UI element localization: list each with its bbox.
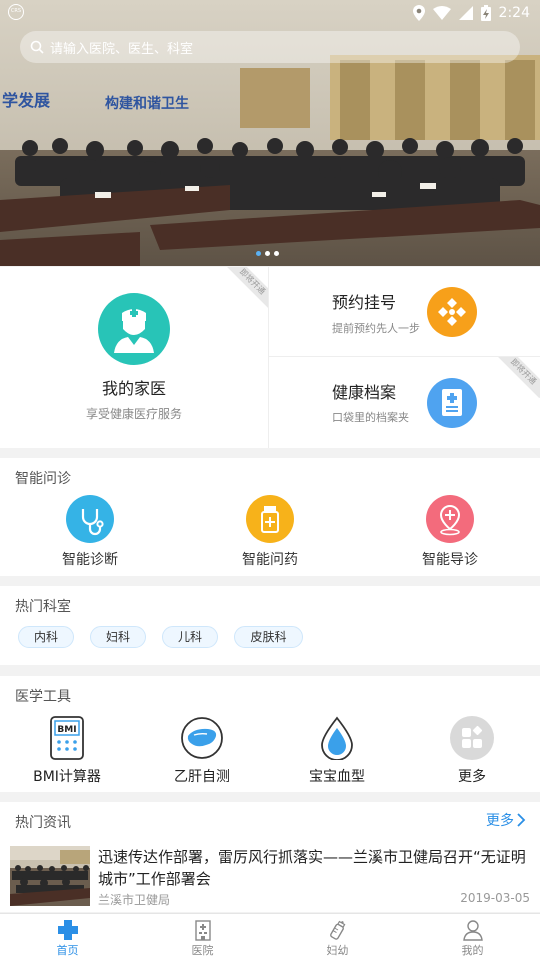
tab-label: 妇幼 (326, 944, 349, 957)
doctor-avatar-icon (98, 293, 170, 365)
tab-label: 我的 (461, 944, 484, 957)
banner-carousel[interactable]: 学发展 构建和谐卫生 CRS 2:24 请输入医院、医生、科室 (0, 0, 540, 266)
health-record-subtitle: 口袋里的档案夹 (332, 411, 409, 424)
user-icon (462, 920, 483, 941)
bmi-icon-text: BMI (57, 725, 76, 735)
hepatitis-test-label: 乙肝自测 (174, 769, 230, 785)
chevron-right-icon (517, 813, 526, 827)
coming-soon-tag: 即将开通 (225, 267, 268, 309)
more-tools-label: 更多 (458, 769, 486, 785)
hot-news-section: 热门资讯 更多 迅速传达作部署，雷厉风行抓落实——兰溪市卫健局召开“无证明城市”… (0, 802, 540, 912)
search-placeholder: 请输入医院、医生、科室 (50, 41, 194, 57)
more-grid-icon (450, 716, 494, 760)
wifi-icon (432, 6, 451, 20)
section-title: 热门科室 (15, 599, 71, 615)
news-thumbnail (10, 846, 90, 906)
tab-hospital[interactable]: 医院 (135, 914, 270, 960)
news-more-link[interactable]: 更多 (486, 810, 526, 830)
news-date: 2019-03-05 (460, 891, 530, 905)
appointment-card[interactable]: 预约挂号 提前预约先人一步 (269, 267, 540, 357)
health-record-title: 健康档案 (332, 383, 397, 402)
tab-label: 首页 (56, 944, 79, 957)
department-tag[interactable]: 儿科 (162, 626, 218, 648)
tab-label: 医院 (191, 944, 214, 957)
family-doctor-card[interactable]: 即将开通 我的家医 享受健康医疗服务 (0, 267, 268, 448)
section-title: 智能问诊 (15, 471, 71, 487)
department-tag[interactable]: 内科 (18, 626, 74, 648)
appointment-title: 预约挂号 (332, 293, 397, 312)
battery-icon (480, 5, 491, 21)
tab-home[interactable]: 首页 (0, 914, 135, 960)
feature-cards: 即将开通 我的家医 享受健康医疗服务 预约挂号 提前预约先人一步 即将开通 健康… (0, 267, 540, 448)
carousel-dot[interactable] (256, 251, 261, 256)
tab-profile[interactable]: 我的 (405, 914, 540, 960)
news-more-label: 更多 (486, 813, 514, 829)
health-record-icon (427, 378, 477, 428)
bmi-calculator-label: BMI计算器 (33, 769, 101, 785)
coming-soon-tag: 即将开通 (496, 357, 540, 399)
location-icon (412, 5, 425, 21)
status-bar: CRS 2:24 (0, 0, 540, 26)
baby-blood-type-label: 宝宝血型 (309, 769, 365, 785)
hot-departments-section: 热门科室 内科 妇科 儿科 皮肤科 (0, 586, 540, 665)
department-tag[interactable]: 皮肤科 (234, 626, 303, 648)
app-notification-icon: CRS (8, 4, 24, 20)
section-title: 医学工具 (15, 689, 71, 705)
tab-maternal-child[interactable]: 妇幼 (270, 914, 405, 960)
news-title: 迅速传达作部署，雷厉风行抓落实——兰溪市卫健局召开“无证明城市”工作部署会 (98, 848, 526, 888)
search-icon (30, 40, 44, 54)
section-title: 热门资讯 (15, 815, 71, 831)
smart-guide-label: 智能导诊 (422, 552, 478, 568)
home-plus-icon (57, 920, 78, 940)
status-time: 2:24 (498, 5, 530, 21)
blood-drop-icon (321, 716, 353, 760)
banner-wall-text-left: 学发展 (2, 91, 51, 110)
carousel-dot[interactable] (274, 251, 279, 256)
bmi-calculator-icon: BMI (50, 716, 84, 760)
health-record-card[interactable]: 即将开通 健康档案 口袋里的档案夹 (269, 357, 540, 447)
search-input[interactable]: 请输入医院、医生、科室 (20, 31, 520, 63)
smart-diagnosis-label: 智能诊断 (62, 552, 118, 568)
news-source: 兰溪市卫健局 (98, 893, 171, 907)
appointment-subtitle: 提前预约先人一步 (332, 322, 420, 335)
department-tag[interactable]: 妇科 (90, 626, 146, 648)
stethoscope-icon (66, 495, 114, 543)
family-doctor-title: 我的家医 (101, 379, 166, 398)
signal-icon (458, 6, 473, 20)
appointment-icon (427, 287, 477, 337)
banner-wall-text-right: 构建和谐卫生 (105, 95, 189, 112)
baby-bottle-icon (329, 920, 345, 940)
bottom-tab-bar: 首页 医院 妇幼 我的 (0, 913, 540, 960)
location-plus-icon (426, 495, 474, 543)
medicine-bottle-icon (246, 495, 294, 543)
carousel-dot[interactable] (265, 251, 270, 256)
liver-icon (181, 717, 223, 759)
family-doctor-subtitle: 享受健康医疗服务 (85, 407, 182, 421)
hospital-building-icon (194, 920, 211, 941)
medical-tools-section: 医学工具 BMI BMI计算器 乙肝自测 宝宝血型 更多 (0, 676, 540, 792)
smart-medicine-label: 智能问药 (242, 552, 298, 568)
carousel-dots[interactable] (256, 251, 279, 256)
smart-consult-section: 智能问诊 智能诊断 智能问药 智能导诊 (0, 458, 540, 576)
